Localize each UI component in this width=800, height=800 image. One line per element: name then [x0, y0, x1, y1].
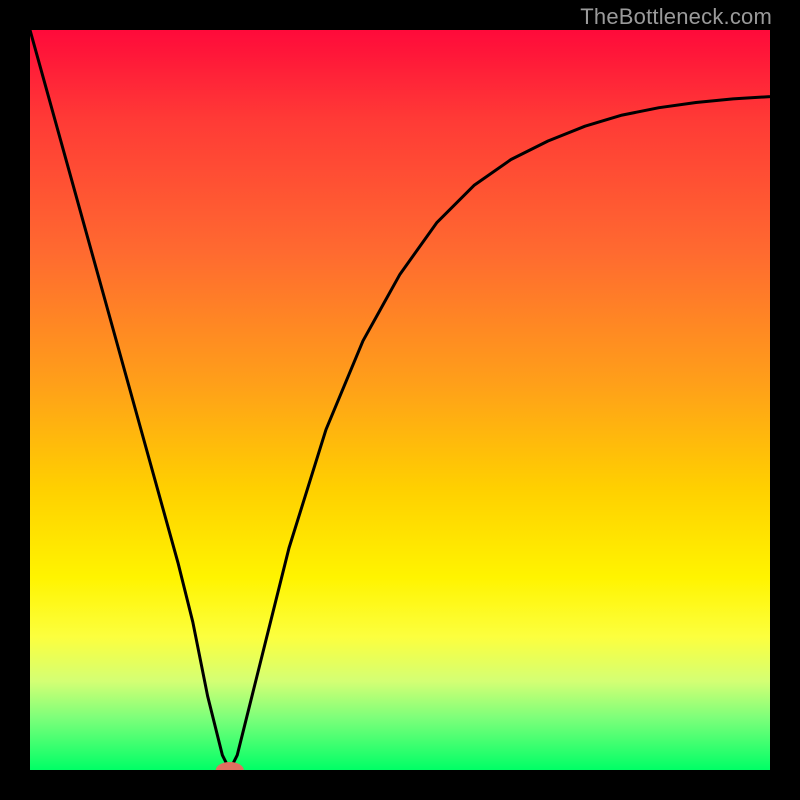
chart-svg [30, 30, 770, 770]
bottleneck-curve [30, 30, 770, 770]
chart-frame: TheBottleneck.com [0, 0, 800, 800]
plot-area [30, 30, 770, 770]
minimum-marker [216, 762, 244, 770]
watermark-text: TheBottleneck.com [580, 4, 772, 30]
